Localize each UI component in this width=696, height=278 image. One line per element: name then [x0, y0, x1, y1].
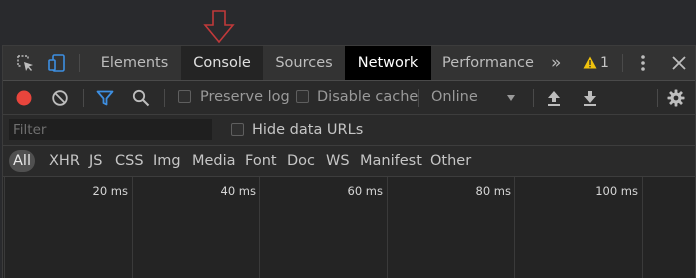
toolbar-divider — [418, 89, 419, 107]
timeline-gridline — [387, 177, 388, 278]
chevron-down-icon — [507, 95, 515, 101]
tab-sources[interactable]: Sources — [263, 46, 345, 80]
warning-count: 1 — [600, 55, 609, 71]
type-filter-font[interactable]: Font — [245, 150, 277, 172]
tab-performance[interactable]: Performance — [433, 46, 543, 80]
record-icon[interactable] — [15, 89, 33, 107]
warnings-counter[interactable]: 1 — [583, 46, 609, 80]
type-filter-all[interactable]: All — [9, 150, 35, 172]
device-toolbar-icon[interactable] — [47, 53, 67, 73]
more-options-icon[interactable] — [635, 53, 651, 73]
type-filter-css[interactable]: CSS — [115, 150, 144, 172]
type-filter-doc[interactable]: Doc — [287, 150, 315, 172]
down-arrow-pointer-icon — [203, 10, 235, 44]
settings-gear-icon[interactable] — [667, 89, 685, 107]
throttling-select[interactable]: Online — [431, 81, 478, 114]
type-filter-manifest[interactable]: Manifest — [360, 150, 422, 172]
preserve-log-checkbox[interactable] — [178, 90, 191, 103]
warning-icon — [583, 56, 597, 69]
browser-top-area — [0, 0, 696, 45]
toolbar-divider — [164, 89, 165, 107]
timeline-gridline — [514, 177, 515, 278]
type-filter-xhr[interactable]: XHR — [49, 150, 80, 172]
type-filter-js[interactable]: JS — [89, 150, 102, 172]
timeline-gridline — [132, 177, 133, 278]
close-icon[interactable] — [669, 53, 689, 73]
devtools-panel: Elements Console Sources Network Perform… — [2, 45, 696, 278]
devtools-tab-bar: Elements Console Sources Network Perform… — [3, 46, 695, 81]
hide-data-urls-label: Hide data URLs — [252, 122, 364, 138]
search-icon[interactable] — [132, 89, 150, 107]
tab-divider — [79, 54, 80, 72]
timeline-gridline — [642, 177, 643, 278]
filter-icon[interactable] — [96, 89, 114, 107]
preserve-log-label: Preserve log — [200, 89, 290, 105]
toolbar-divider — [657, 89, 658, 107]
disable-cache-label: Disable cache — [317, 89, 419, 105]
clear-icon[interactable] — [51, 89, 69, 107]
type-filter-other[interactable]: Other — [430, 150, 471, 172]
disable-cache-checkbox[interactable] — [296, 90, 309, 103]
toolbar-divider — [83, 89, 84, 107]
more-tabs-button[interactable]: » — [551, 46, 561, 80]
timeline-gridline — [4, 177, 5, 278]
import-har-icon[interactable] — [545, 89, 563, 107]
tab-divider — [622, 54, 623, 72]
timeline-tick-label: 20 ms — [92, 184, 128, 198]
timeline-gridline — [259, 177, 260, 278]
timeline-tick-label: 100 ms — [595, 184, 638, 198]
type-filter-img[interactable]: Img — [153, 150, 181, 172]
filter-input[interactable] — [9, 119, 212, 140]
timeline-tick-label: 60 ms — [347, 184, 383, 198]
tab-elements[interactable]: Elements — [91, 46, 178, 80]
export-har-icon[interactable] — [581, 89, 599, 107]
resource-type-bar: All XHR JS CSS Img Media Font Doc WS Man… — [3, 146, 695, 177]
type-filter-media[interactable]: Media — [192, 150, 236, 172]
timeline-overview[interactable]: 20 ms 40 ms 60 ms 80 ms 100 ms — [3, 177, 695, 278]
inspect-element-icon[interactable] — [15, 53, 35, 73]
filter-bar: Hide data URLs — [3, 115, 695, 146]
tab-network[interactable]: Network — [345, 46, 431, 80]
timeline-tick-label: 40 ms — [220, 184, 256, 198]
hide-data-urls-checkbox[interactable] — [231, 123, 244, 136]
timeline-tick-label: 80 ms — [475, 184, 511, 198]
tab-console[interactable]: Console — [181, 46, 263, 80]
type-filter-ws[interactable]: WS — [326, 150, 350, 172]
toolbar-divider — [533, 89, 534, 107]
network-toolbar: Preserve log Disable cache Online — [3, 81, 695, 115]
